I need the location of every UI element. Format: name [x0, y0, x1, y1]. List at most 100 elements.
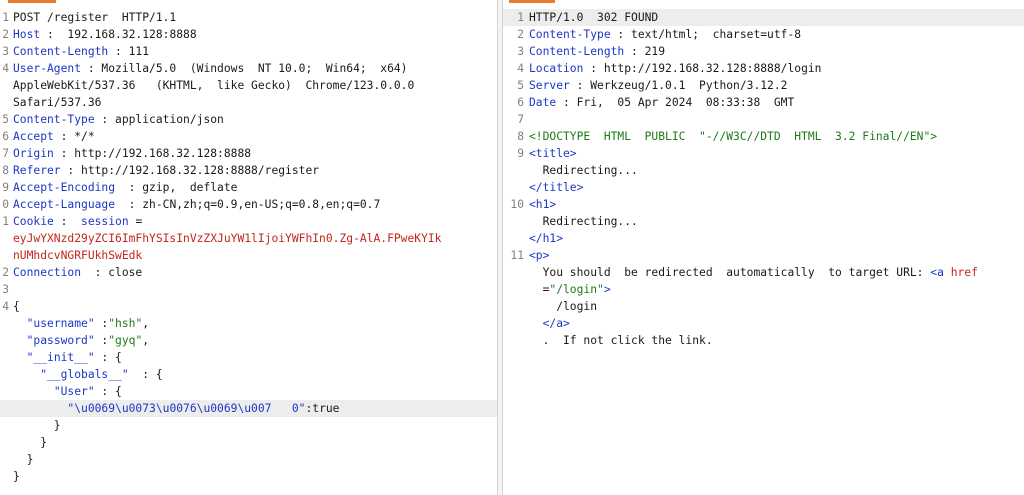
line-code: /login	[529, 298, 597, 315]
code-token: Content-Type	[529, 28, 611, 41]
code-token: : Mozilla/5.0 (Windows NT 10.0; Win64; x…	[81, 62, 408, 75]
line-number: 5	[2, 113, 9, 126]
request-line[interactable]: }	[0, 451, 497, 468]
code-token: : Werkzeug/1.0.1 Python/3.12.2	[569, 79, 788, 92]
response-line[interactable]: Redirecting...	[503, 213, 1024, 230]
request-line[interactable]: nUMhdcvNGRFUkhSwEdk	[0, 247, 497, 264]
code-token: </title>	[529, 181, 584, 194]
response-line[interactable]: . If not click the link.	[503, 332, 1024, 349]
response-line[interactable]: 10 <h1>	[503, 196, 1024, 213]
response-viewer-pane[interactable]: 1 HTTP/1.0 302 FOUND 2 Content-Type : text/…	[503, 0, 1024, 495]
response-line[interactable]: 11 <p>	[503, 247, 1024, 264]
response-line[interactable]: ="/login">	[503, 281, 1024, 298]
line-code: <h1>	[529, 196, 556, 213]
request-line[interactable]: "__init__" : {	[0, 349, 497, 366]
request-line[interactable]: 3	[0, 281, 497, 298]
request-line[interactable]: Safari/537.36	[0, 94, 497, 111]
code-token: : application/json	[94, 113, 224, 126]
request-line[interactable]: 4 User-Agent : Mozilla/5.0 (Windows NT 10…	[0, 60, 497, 77]
response-lines[interactable]: 1 HTTP/1.0 302 FOUND 2 Content-Type : text/…	[503, 9, 1024, 349]
request-line[interactable]: 0 Accept-Language : zh-CN,zh;q=0.9,en-US;…	[0, 196, 497, 213]
request-line[interactable]: 2 Host : 192.168.32.128:8888	[0, 26, 497, 43]
code-token: Accept	[13, 130, 54, 143]
code-token: {	[13, 300, 20, 313]
response-line[interactable]: 1 HTTP/1.0 302 FOUND	[503, 9, 1024, 26]
code-token: ,	[142, 317, 150, 330]
code-token: Cookie	[13, 215, 54, 228]
line-code: "\u0069\u0073\u0076\u0069\u007 0":true	[13, 400, 339, 417]
line-code: Referer : http://192.168.32.128:8888/reg…	[13, 162, 319, 179]
request-line[interactable]: 4{	[0, 298, 497, 315]
line-number: 2	[2, 266, 9, 279]
line-code: Content-Length : 219	[529, 43, 665, 60]
line-code: HTTP/1.0 302 FOUND	[529, 9, 658, 26]
request-line[interactable]: "password" :"gyq",	[0, 332, 497, 349]
code-token: Location	[529, 62, 584, 75]
response-line[interactable]: /login	[503, 298, 1024, 315]
code-token: Redirecting...	[529, 215, 638, 228]
line-number: 7	[2, 147, 9, 160]
request-line[interactable]: 1 POST /register HTTP/1.1	[0, 9, 497, 26]
request-tab-indicator	[8, 0, 56, 3]
request-line[interactable]: "\u0069\u0073\u0076\u0069\u007 0":true	[0, 400, 497, 417]
line-code: Content-Length : 111	[13, 43, 149, 60]
request-line[interactable]: 2 Connection : close	[0, 264, 497, 281]
request-line[interactable]: "username" :"hsh",	[0, 315, 497, 332]
code-token: :	[94, 317, 109, 330]
request-line[interactable]: }	[0, 434, 497, 451]
response-line[interactable]: 7	[503, 111, 1024, 128]
response-line[interactable]: 4 Location : http://192.168.32.128:8888/l…	[503, 60, 1024, 77]
line-number: 1	[2, 11, 9, 24]
request-line[interactable]: AppleWebKit/537.36 (KHTML, like Gecko) C…	[0, 77, 497, 94]
request-line[interactable]: 8 Referer : http://192.168.32.128:8888/re…	[0, 162, 497, 179]
request-line[interactable]: 9 Accept-Encoding : gzip, deflate	[0, 179, 497, 196]
code-token: : 111	[108, 45, 150, 58]
request-line[interactable]: }	[0, 417, 497, 434]
line-number: 3	[2, 45, 9, 58]
code-token: : Fri, 05 Apr 2024 08:33:38 GMT	[556, 96, 795, 109]
line-code: Accept-Language : zh-CN,zh;q=0.9,en-US;q…	[13, 196, 380, 213]
line-code: User-Agent : Mozilla/5.0 (Windows NT 10.…	[13, 60, 407, 77]
response-line[interactable]: Redirecting...	[503, 162, 1024, 179]
line-number: 3	[517, 45, 524, 58]
line-code: Origin : http://192.168.32.128:8888	[13, 145, 251, 162]
code-token: Date	[529, 96, 557, 109]
code-token: "hsh"	[108, 317, 143, 330]
request-line[interactable]: 3 Content-Length : 111	[0, 43, 497, 60]
response-line[interactable]: </a>	[503, 315, 1024, 332]
request-editor-pane[interactable]: 1 POST /register HTTP/1.1 2 Host : 192.168.…	[0, 0, 497, 495]
request-line[interactable]: eyJwYXNzd29yZCI6ImFhYSIsInVzZXJuYW1lIjoi…	[0, 230, 497, 247]
line-code: You should be redirected automatically t…	[529, 264, 978, 281]
code-token: <title>	[529, 147, 577, 160]
response-line[interactable]: 5 Server : Werkzeug/1.0.1 Python/3.12.2	[503, 77, 1024, 94]
request-line[interactable]: "User" : {	[0, 383, 497, 400]
response-line[interactable]: 3 Content-Length : 219	[503, 43, 1024, 60]
response-line[interactable]: 8 <!DOCTYPE HTML PUBLIC "-//W3C//DTD HTML…	[503, 128, 1024, 145]
response-line[interactable]: </title>	[503, 179, 1024, 196]
request-line[interactable]: 6 Accept : */*	[0, 128, 497, 145]
request-lines[interactable]: 1 POST /register HTTP/1.1 2 Host : 192.168.…	[0, 9, 497, 485]
request-line[interactable]: }	[0, 468, 497, 485]
code-token: "/login"	[549, 283, 604, 296]
code-token: : http://192.168.32.128:8888	[53, 147, 252, 160]
response-line[interactable]: 2 Content-Type : text/html; charset=utf-8	[503, 26, 1024, 43]
line-number: 3	[2, 283, 9, 296]
request-line[interactable]: "__globals__" : {	[0, 366, 497, 383]
response-line[interactable]: You should be redirected automatically t…	[503, 264, 1024, 281]
request-line[interactable]: 1 Cookie : session =	[0, 213, 497, 230]
line-code: </a>	[529, 315, 570, 332]
code-token: "__init__"	[26, 351, 95, 364]
line-code: Location : http://192.168.32.128:8888/lo…	[529, 60, 821, 77]
response-line[interactable]: 6 Date : Fri, 05 Apr 2024 08:33:38 GMT	[503, 94, 1024, 111]
request-line[interactable]: 7 Origin : http://192.168.32.128:8888	[0, 145, 497, 162]
response-line[interactable]: 9 <title>	[503, 145, 1024, 162]
response-line[interactable]: </h1>	[503, 230, 1024, 247]
request-line[interactable]: 5 Content-Type : application/json	[0, 111, 497, 128]
line-number: 2	[517, 28, 524, 41]
code-token: You should be redirected automatically t…	[529, 266, 931, 279]
